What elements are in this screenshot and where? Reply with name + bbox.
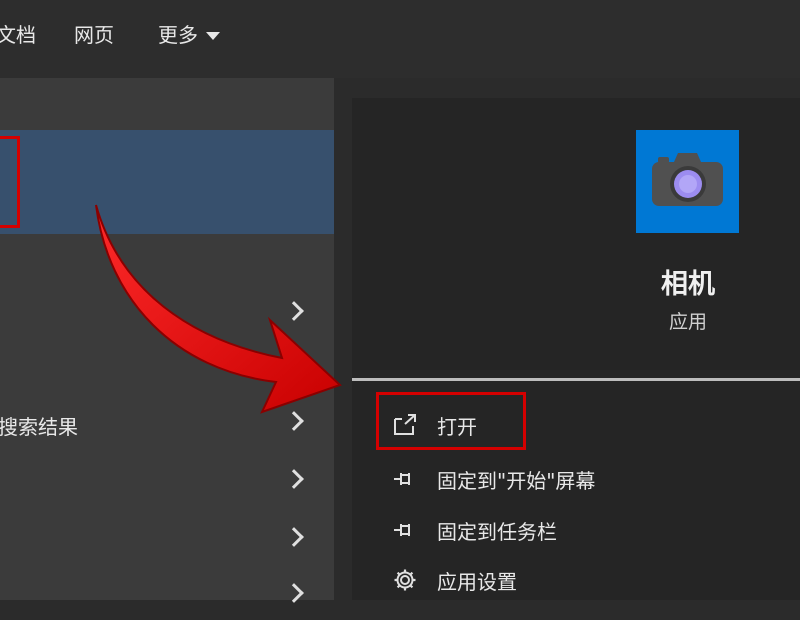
app-settings-label: 应用设置 [437,569,517,594]
app-type-label: 应用 [668,311,707,333]
chevron-right-icon [284,469,304,489]
list-item[interactable] [0,290,334,338]
chevron-right-icon [284,527,304,547]
gear-icon [390,565,420,595]
camera-icon [636,130,739,233]
list-item[interactable] [0,516,334,564]
search-scope-bar: 文档 网页 更多 [0,0,800,78]
list-item-label: 搜索结果 [0,415,78,439]
pin-icon [390,515,420,545]
tab-documents[interactable]: 文档 [0,22,36,48]
chevron-right-icon [284,301,304,321]
divider [352,378,800,381]
tab-web[interactable]: 网页 [74,22,114,48]
list-item[interactable] [0,572,334,620]
annotation-highlight-box [376,392,526,450]
results-list: 搜索结果 [0,78,334,603]
pin-to-taskbar-label: 固定到任务栏 [437,519,557,544]
annotation-highlight-box [0,136,20,228]
app-settings-button[interactable]: 应用设置 [390,560,517,600]
chevron-down-icon [206,32,220,40]
chevron-right-icon [284,411,304,431]
list-item-search-results[interactable]: 搜索结果 [0,400,334,448]
pin-to-taskbar-button[interactable]: 固定到任务栏 [390,510,557,550]
pin-icon [390,464,420,494]
tab-more[interactable]: 更多 [158,22,220,48]
best-match-result[interactable] [0,130,334,234]
list-item[interactable] [0,458,334,506]
app-title: 相机 [661,269,715,300]
pin-to-start-button[interactable]: 固定到"开始"屏幕 [390,459,595,499]
pin-to-start-label: 固定到"开始"屏幕 [437,468,596,493]
tab-more-label: 更多 [158,23,198,47]
